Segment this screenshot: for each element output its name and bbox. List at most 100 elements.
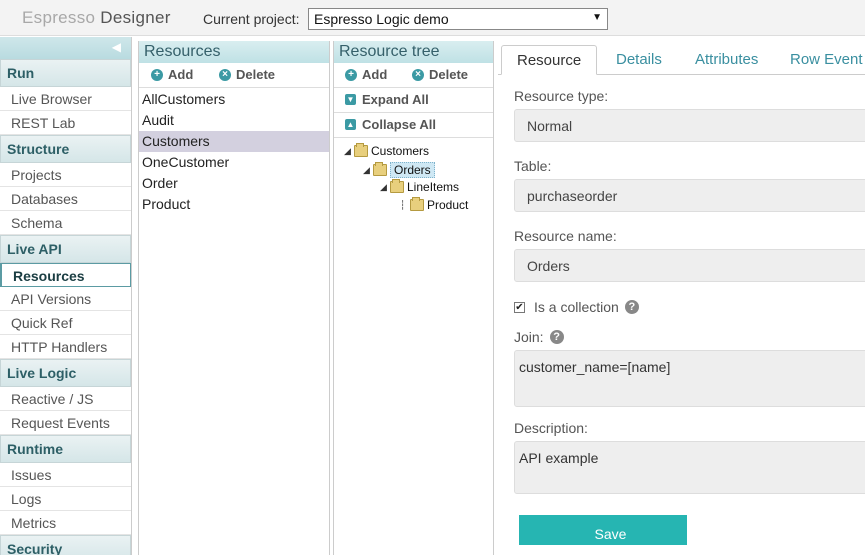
is-collection-label: Is a collection	[534, 299, 619, 315]
delete-icon: ×	[412, 68, 424, 81]
top-bar: Espresso Designer Current project: Espre…	[0, 0, 865, 36]
is-collection-row: ✔ Is a collection ?	[514, 299, 639, 315]
list-item[interactable]: Product	[139, 194, 329, 215]
add-resource-button[interactable]: + Add	[151, 67, 193, 82]
list-item[interactable]: Order	[139, 173, 329, 194]
folder-icon	[390, 179, 404, 193]
expand-all-label: Expand All	[362, 92, 429, 107]
expand-all-row: ▼ Expand All	[334, 88, 493, 113]
sidebar-item-logs[interactable]: Logs	[0, 487, 131, 511]
tree-node-label: LineItems	[407, 180, 460, 194]
tree-node-product[interactable]: ┆ Product	[400, 197, 469, 212]
tree-node-label: Product	[427, 198, 469, 212]
project-select-value: Espresso Logic demo	[314, 11, 449, 27]
tab-details[interactable]: Details	[616, 45, 662, 75]
join-label: Join:	[514, 329, 544, 345]
sidebar-item-quick-ref[interactable]: Quick Ref	[0, 311, 131, 335]
sidebar-section-security[interactable]: Security	[0, 535, 131, 555]
save-button[interactable]: Save	[519, 515, 687, 545]
tree-node-orders[interactable]: ◢ Orders	[363, 162, 435, 178]
add-subresource-button[interactable]: + Add	[345, 67, 387, 82]
delete-subresource-label: Delete	[429, 67, 469, 82]
tree-expander-icon[interactable]: ◢	[363, 165, 373, 176]
join-textarea[interactable]: customer_name=[name]	[514, 350, 865, 407]
sidebar-item-live-browser[interactable]: Live Browser	[0, 87, 131, 111]
description-label: Description:	[514, 420, 588, 436]
sidebar-item-reactive-js[interactable]: Reactive / JS	[0, 387, 131, 411]
sidebar: ◀ Run Live Browser REST Lab Structure Pr…	[0, 37, 132, 555]
collapse-all-row: ▲ Collapse All	[334, 113, 493, 138]
collapse-all-button[interactable]: ▲ Collapse All	[345, 117, 436, 132]
list-item[interactable]: Audit	[139, 110, 329, 131]
sidebar-section-runtime[interactable]: Runtime	[0, 435, 131, 463]
sidebar-section-live-api[interactable]: Live API	[0, 235, 131, 263]
tab-resource[interactable]: Resource	[501, 45, 598, 75]
resource-type-label: Resource type:	[514, 88, 609, 104]
brand-part1: Espresso	[22, 8, 96, 27]
resource-tree: ◢ Customers ◢ Orders ◢ LineItems ┆ Produ…	[334, 138, 493, 258]
collapse-left-icon[interactable]: ◀	[112, 40, 121, 54]
sidebar-item-metrics[interactable]: Metrics	[0, 511, 131, 535]
list-item-selected[interactable]: Customers	[139, 131, 329, 152]
folder-icon	[373, 162, 387, 176]
tree-node-label: Orders	[390, 162, 435, 178]
description-textarea[interactable]: API example	[514, 441, 865, 494]
list-item[interactable]: OneCustomer	[139, 152, 329, 173]
table-field[interactable]: purchaseorder	[514, 179, 865, 212]
tree-node-lineitems[interactable]: ◢ LineItems	[380, 179, 460, 194]
folder-icon	[410, 197, 424, 211]
dropdown-arrow-icon: ▼	[592, 12, 602, 23]
plus-icon: +	[345, 68, 357, 81]
collapse-icon: ▲	[345, 119, 356, 130]
join-label-row: Join: ?	[514, 329, 564, 345]
tab-row-event[interactable]: Row Event	[790, 45, 863, 75]
tree-node-customers[interactable]: ◢ Customers	[344, 143, 430, 158]
sidebar-collapse-bar[interactable]: ◀	[0, 37, 131, 59]
resource-type-select[interactable]: Normal	[514, 109, 865, 142]
project-select[interactable]: Espresso Logic demo ▼	[308, 8, 608, 30]
sidebar-item-rest-lab[interactable]: REST Lab	[0, 111, 131, 135]
sidebar-item-resources[interactable]: Resources	[0, 263, 131, 287]
help-icon[interactable]: ?	[624, 300, 639, 314]
expand-all-button[interactable]: ▼ Expand All	[345, 92, 429, 107]
detail-tabs: Resource Details Attributes Row Event	[498, 41, 865, 75]
folder-icon	[354, 143, 368, 157]
delete-icon: ×	[219, 68, 231, 81]
sidebar-item-schema[interactable]: Schema	[0, 211, 131, 235]
tab-attributes[interactable]: Attributes	[695, 45, 758, 75]
add-resource-label: Add	[168, 67, 194, 82]
sidebar-item-http-handlers[interactable]: HTTP Handlers	[0, 335, 131, 359]
resource-tree-panel: Resource tree + Add × Delete ▼ Expand Al…	[333, 41, 494, 555]
app-brand: Espresso Designer	[22, 8, 171, 28]
project-label: Current project:	[203, 11, 300, 27]
tree-toolbar: + Add × Delete	[334, 63, 493, 88]
tree-expander-icon[interactable]: ◢	[344, 146, 354, 157]
is-collection-checkbox[interactable]: ✔	[514, 301, 525, 313]
tree-expander-icon[interactable]: ◢	[380, 182, 390, 193]
resource-name-label: Resource name:	[514, 228, 617, 244]
sidebar-item-databases[interactable]: Databases	[0, 187, 131, 211]
delete-resource-button[interactable]: × Delete	[219, 67, 275, 82]
sidebar-item-request-events[interactable]: Request Events	[0, 411, 131, 435]
list-item[interactable]: AllCustomers	[139, 89, 329, 110]
resources-panel-title: Resources	[139, 41, 329, 63]
resource-tree-title: Resource tree	[334, 41, 493, 63]
sidebar-item-api-versions[interactable]: API Versions	[0, 287, 131, 311]
delete-resource-label: Delete	[236, 67, 276, 82]
sidebar-section-structure[interactable]: Structure	[0, 135, 131, 163]
table-label: Table:	[514, 158, 552, 174]
sidebar-item-issues[interactable]: Issues	[0, 463, 131, 487]
resources-list: AllCustomers Audit Customers OneCustomer…	[139, 88, 329, 215]
brand-part2: Designer	[100, 8, 171, 27]
collapse-all-label: Collapse All	[362, 117, 436, 132]
resources-toolbar: + Add × Delete	[139, 63, 329, 88]
sidebar-section-live-logic[interactable]: Live Logic	[0, 359, 131, 387]
resource-name-field[interactable]: Orders	[514, 249, 865, 282]
sidebar-item-projects[interactable]: Projects	[0, 163, 131, 187]
tree-node-label: Customers	[371, 144, 430, 158]
help-icon[interactable]: ?	[549, 330, 564, 344]
sidebar-section-run[interactable]: Run	[0, 59, 131, 87]
resource-detail-form: Resource type: Normal Table: purchaseord…	[498, 76, 865, 555]
expand-icon: ▼	[345, 94, 356, 105]
delete-subresource-button[interactable]: × Delete	[412, 67, 468, 82]
